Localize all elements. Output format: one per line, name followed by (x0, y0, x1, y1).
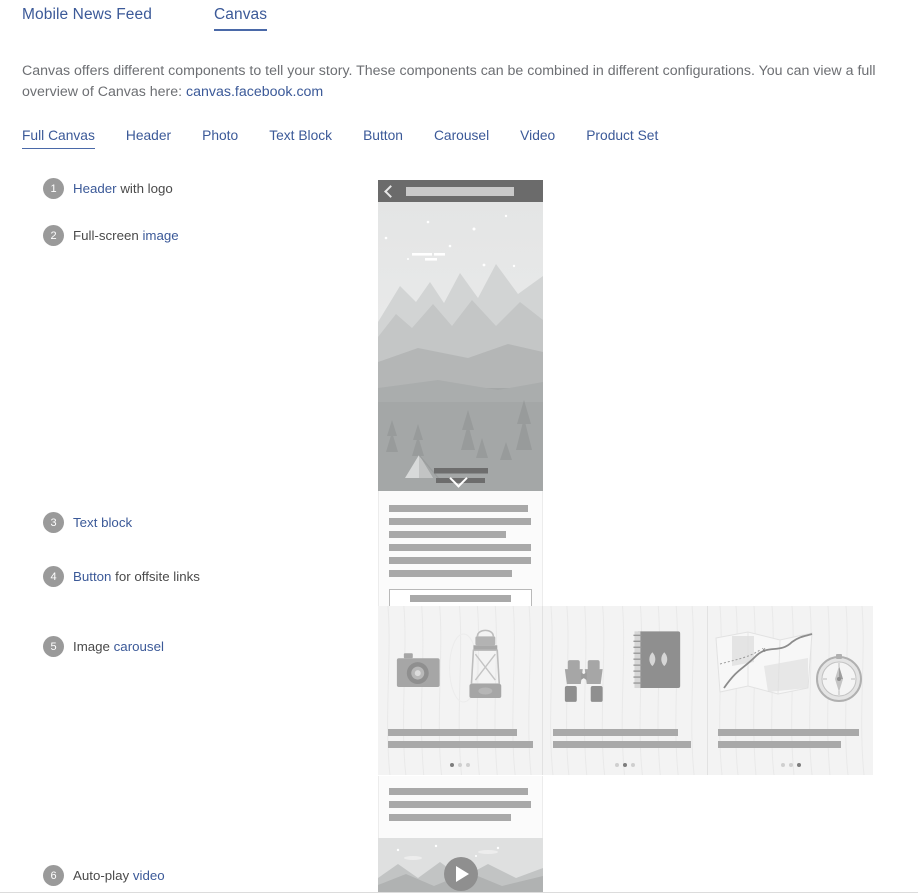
button-label-bar (409, 595, 512, 602)
text-line (389, 505, 528, 512)
carousel-pagination-dots (543, 763, 707, 767)
mock-hero-image (378, 202, 543, 491)
dot[interactable] (788, 763, 793, 767)
canvas-preview-mock (378, 180, 543, 620)
dot[interactable] (615, 763, 619, 767)
carousel-caption-lines (388, 729, 533, 753)
callout-badge: 6 (43, 865, 64, 886)
tab-carousel[interactable]: Carousel (434, 128, 489, 149)
callout-label: Button for offsite links (73, 569, 200, 584)
carousel-panel-2[interactable] (543, 606, 708, 775)
callout-link-text[interactable]: Header (73, 181, 117, 196)
callout-plain-text: for offsite links (111, 569, 200, 584)
carousel-panel-1[interactable] (378, 606, 543, 775)
text-line (718, 741, 842, 748)
callout-label: Text block (73, 515, 132, 530)
text-line (388, 729, 518, 736)
carousel-caption-lines (553, 729, 698, 753)
callout-item-3: 3 Text block (43, 512, 132, 533)
dot-active[interactable] (450, 763, 454, 767)
text-line (389, 557, 531, 564)
dot[interactable] (631, 763, 635, 767)
carousel-caption-lines (718, 729, 863, 753)
callout-plain-text: Image (73, 639, 114, 654)
text-line (389, 518, 531, 525)
callout-badge: 3 (43, 512, 64, 533)
callout-link-text[interactable]: Button (73, 569, 111, 584)
mock-header-bar (378, 180, 543, 202)
dot[interactable] (466, 763, 470, 767)
dot-active[interactable] (796, 763, 801, 767)
tab-button[interactable]: Button (363, 128, 403, 149)
callout-item-4: 4 Button for offsite links (43, 566, 200, 587)
callout-link-text[interactable]: image (142, 228, 178, 243)
callout-link-text[interactable]: carousel (114, 639, 164, 654)
text-line (718, 729, 859, 736)
text-line (389, 544, 531, 551)
dot-active[interactable] (623, 763, 627, 767)
callout-link-text[interactable]: video (133, 868, 165, 883)
callout-badge: 4 (43, 566, 64, 587)
callout-item-2: 2 Full-screen image (43, 225, 179, 246)
text-line (389, 814, 511, 821)
text-line (389, 788, 528, 795)
callout-list: 1 Header with logo 2 Full-screen image 3… (0, 0, 360, 893)
logo-placeholder-bar (406, 186, 514, 196)
callout-label: Full-screen image (73, 228, 179, 243)
text-line (553, 729, 678, 736)
canvas-overview-page: Mobile News Feed Canvas Canvas offers di… (0, 0, 918, 893)
carousel-pagination-dots (708, 763, 873, 767)
callout-label: Image carousel (73, 639, 164, 654)
callout-plain-text: Full-screen (73, 228, 143, 243)
callout-item-6: 6 Auto-play video (43, 865, 165, 886)
mock-image-carousel[interactable]: x (378, 606, 873, 775)
text-line (389, 531, 507, 538)
play-triangle (456, 865, 469, 882)
dot[interactable] (780, 763, 785, 767)
text-line (389, 570, 512, 577)
callout-item-5: 5 Image carousel (43, 636, 164, 657)
text-line (553, 741, 691, 748)
tab-product-set[interactable]: Product Set (586, 128, 658, 149)
mountain-campsite-illustration (378, 202, 543, 491)
carousel-panel-3[interactable]: x (708, 606, 873, 775)
callout-badge: 1 (43, 178, 64, 199)
callout-label: Header with logo (73, 181, 173, 196)
tab-video[interactable]: Video (520, 128, 555, 149)
callout-plain-text: Auto-play (73, 868, 133, 883)
chevron-left-icon[interactable] (384, 184, 397, 198)
mock-text-block-2 (378, 776, 543, 841)
mock-video-block[interactable] (378, 838, 543, 893)
callout-item-1: 1 Header with logo (43, 178, 173, 199)
callout-link-text[interactable]: Text block (73, 515, 132, 530)
callout-label: Auto-play video (73, 868, 165, 883)
callout-plain-text: with logo (116, 181, 173, 196)
callout-badge: 5 (43, 636, 64, 657)
mock-text-block-1 (378, 491, 543, 620)
carousel-pagination-dots (378, 763, 542, 767)
callout-badge: 2 (43, 225, 64, 246)
text-line (389, 801, 531, 808)
play-button-icon[interactable] (443, 856, 478, 891)
text-line (388, 741, 533, 748)
dot[interactable] (458, 763, 462, 767)
